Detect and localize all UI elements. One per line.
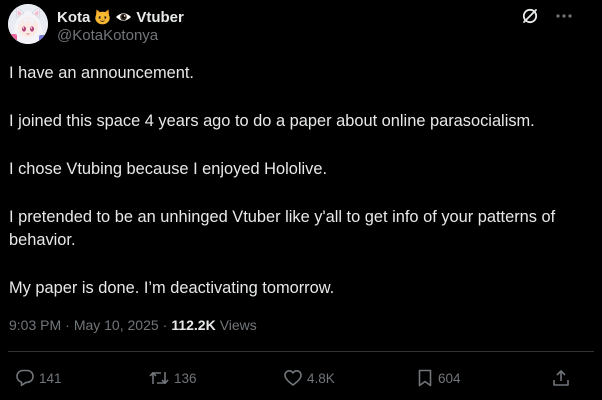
- bookmark-count: 604: [438, 370, 461, 386]
- meta-separator: ·: [65, 317, 70, 333]
- display-name[interactable]: Kota: [57, 9, 90, 26]
- avatar[interactable]: [8, 4, 48, 44]
- top-actions: [520, 6, 574, 26]
- repost-button[interactable]: 136: [148, 365, 197, 391]
- share-button[interactable]: [551, 365, 571, 391]
- reply-count: 141: [39, 370, 62, 386]
- reply-bubble-icon: [16, 369, 34, 387]
- bookmark-icon: [418, 369, 432, 387]
- heart-icon: [284, 370, 302, 386]
- more-options-button[interactable]: [554, 6, 574, 26]
- views-count: 112.2K: [171, 317, 216, 333]
- post-paragraph: I joined this space 4 years ago to do a …: [9, 112, 535, 130]
- repost-count: 136: [174, 370, 197, 386]
- cat-face-emoji-icon: [95, 9, 111, 25]
- views-label: Views: [219, 317, 257, 333]
- post-paragraph: I pretended to be an unhinged Vtuber lik…: [9, 208, 556, 249]
- author-handle[interactable]: @KotaKotonya: [57, 27, 158, 44]
- post-date[interactable]: May 10, 2025: [74, 317, 159, 333]
- bookmark-button[interactable]: 604: [416, 365, 461, 391]
- like-button[interactable]: 4.8K: [283, 365, 335, 391]
- tweet-card: Kota Vtuber @KotaKotonya I have an annou…: [0, 0, 602, 400]
- more-dots-icon: [556, 14, 572, 18]
- post-paragraph: I chose Vtubing because I enjoyed Hololi…: [9, 160, 328, 178]
- engagement-bar: 141 136 4.8K 604: [0, 365, 602, 391]
- post-time[interactable]: 9:03 PM: [9, 317, 61, 333]
- avatar-illustration-icon: [8, 4, 48, 44]
- grok-button[interactable]: [520, 6, 540, 26]
- post-meta: 9:03 PM · May 10, 2025 · 112.2K Views: [9, 317, 257, 333]
- repost-arrows-icon: [149, 372, 169, 384]
- post-text: I have an announcement. I joined this sp…: [9, 62, 594, 325]
- reply-button[interactable]: 141: [15, 365, 62, 391]
- display-name-suffix[interactable]: Vtuber: [136, 9, 184, 26]
- slashed-circle-icon: [522, 8, 538, 24]
- eye-emoji-icon: [116, 13, 132, 21]
- share-icon: [553, 370, 569, 386]
- post-paragraph: My paper is done. I’m deactivating tomor…: [9, 279, 335, 297]
- meta-separator: ·: [162, 317, 168, 333]
- post-paragraph: I have an announcement.: [9, 64, 194, 82]
- author-name-row[interactable]: Kota Vtuber: [57, 7, 184, 27]
- divider: [8, 351, 594, 352]
- like-count: 4.8K: [307, 370, 335, 386]
